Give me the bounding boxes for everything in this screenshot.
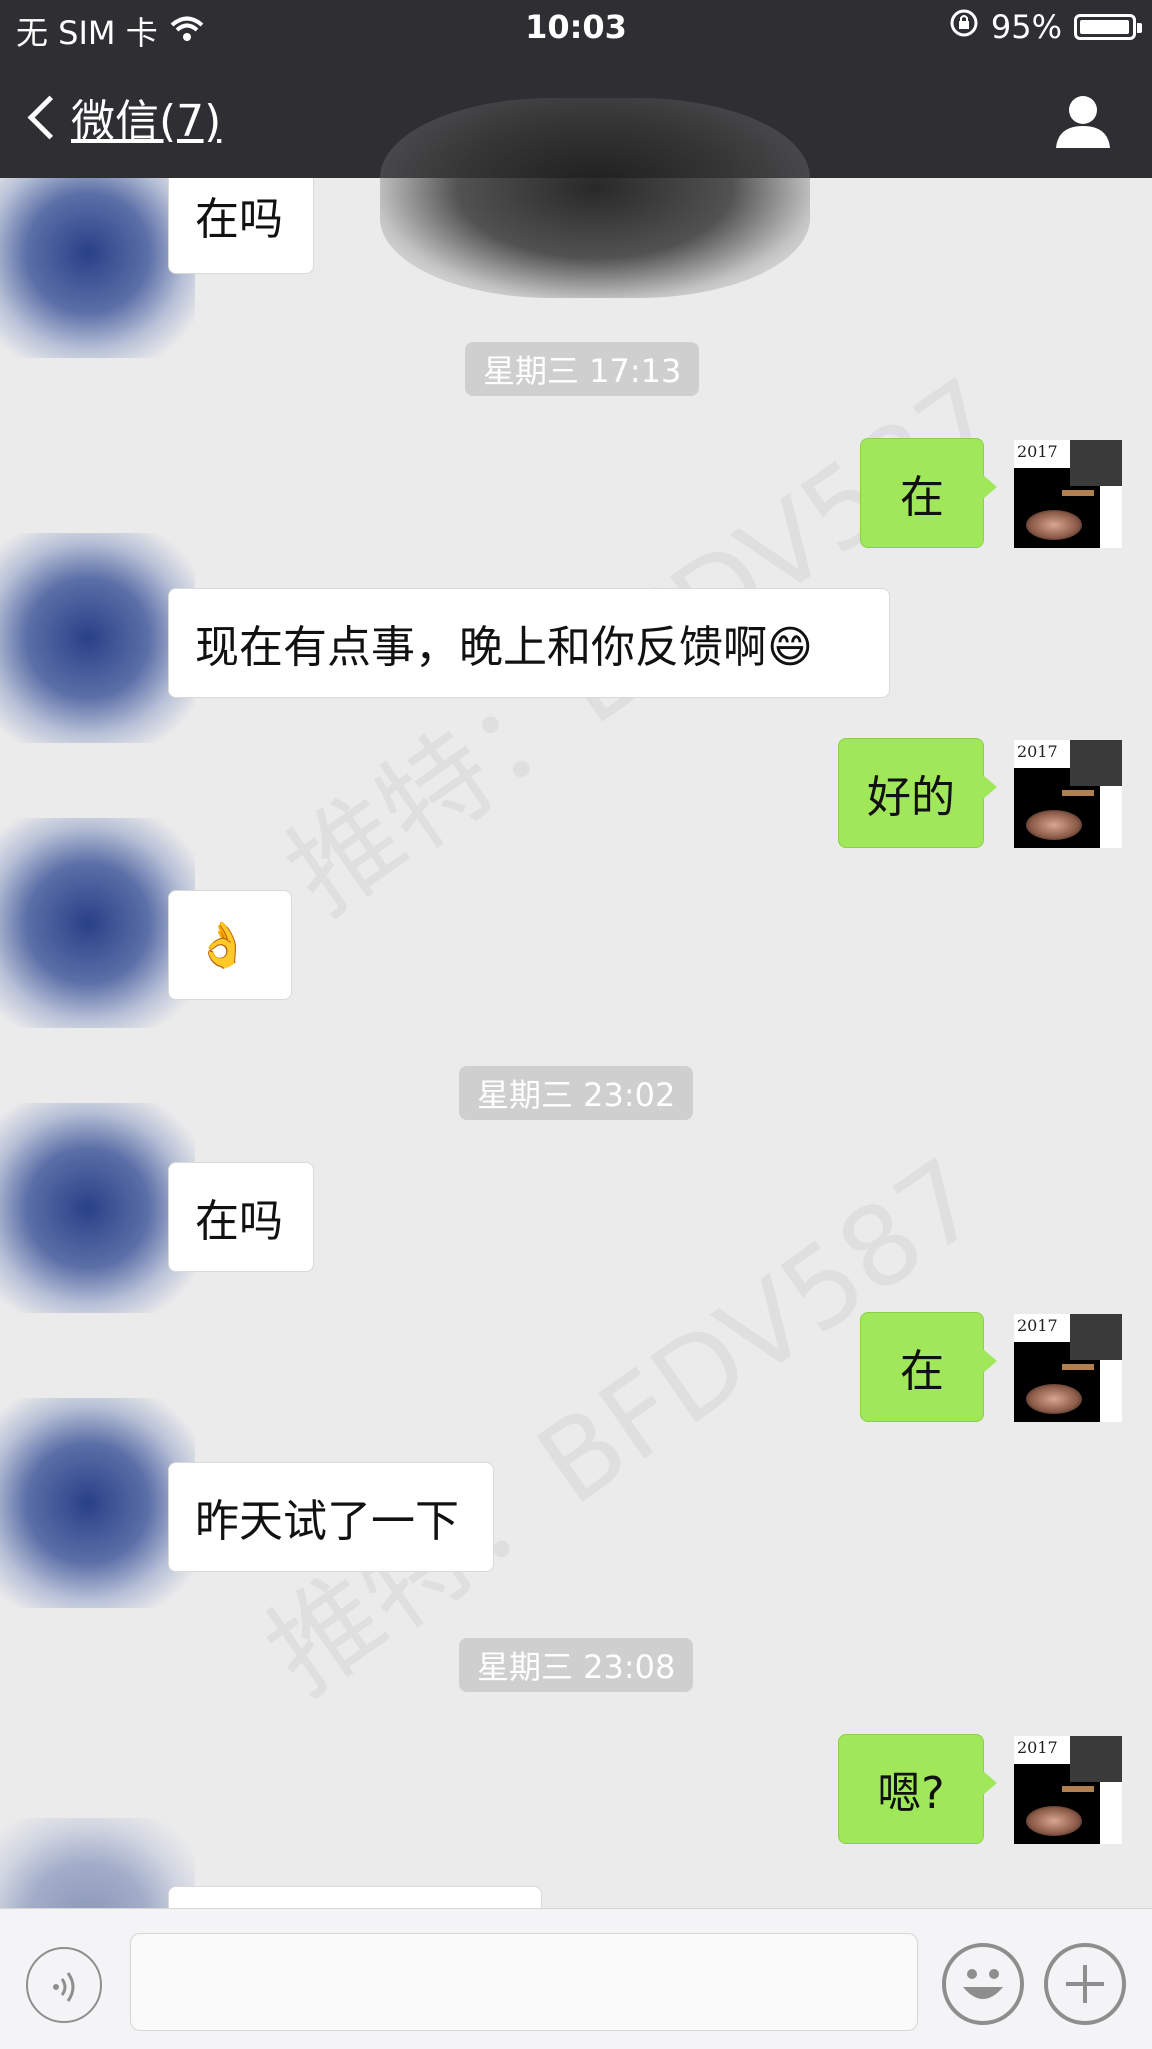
status-bar: 无 SIM 卡 10:03 95%	[0, 0, 1152, 58]
contact-info-button[interactable]	[1054, 92, 1112, 150]
message-list[interactable]: 推特：BFDV587 推特：BFDV587 在吗 星期三 17:13 在 201…	[0, 178, 1152, 1908]
message-bubble-right[interactable]: 嗯?	[838, 1734, 997, 1844]
avatar-redacted[interactable]	[0, 178, 195, 358]
avatar-self[interactable]: 2017	[1014, 740, 1122, 848]
message-bubble-left[interactable]: 昨天试了一下	[168, 1462, 494, 1572]
chevron-left-icon	[27, 95, 72, 139]
avatar-redacted[interactable]	[0, 1103, 195, 1313]
back-button[interactable]: 微信(7)	[24, 82, 221, 152]
redacted-contact-name	[380, 98, 810, 298]
avatar-redacted[interactable]	[0, 1818, 195, 1908]
message-bubble-right[interactable]: 在	[860, 1312, 997, 1422]
timestamp: 星期三 17:13	[465, 342, 700, 396]
message-text: 在吗	[195, 1196, 283, 1247]
chat-header: 微信(7)	[0, 58, 1152, 298]
message-bubble-right[interactable]: 好的	[838, 738, 997, 848]
message-text: 嗯?	[877, 1768, 945, 1819]
message-input[interactable]	[130, 1933, 918, 2031]
message-bubble-left[interactable]: 在吗	[168, 1162, 314, 1272]
timestamp: 星期三 23:02	[459, 1066, 694, 1120]
message-bubble-left[interactable]: 在吗	[168, 178, 314, 274]
message-text: 现在有点事，晚上和你反馈啊😄	[195, 622, 813, 673]
message-bubble-right[interactable]: 在	[860, 438, 997, 548]
battery-percent: 95%	[990, 8, 1062, 46]
back-label: 微信(7)	[71, 96, 222, 147]
plus-icon[interactable]	[1044, 1943, 1126, 2025]
status-right: 95%	[949, 8, 1142, 46]
avatar-year: 2017	[1017, 442, 1058, 461]
message-text: 在	[900, 472, 944, 523]
person-icon	[1056, 96, 1110, 148]
message-text: 昨天试了一下	[195, 1496, 459, 1547]
rotation-lock-icon	[949, 8, 979, 46]
input-bar	[0, 1908, 1152, 2049]
avatar-year: 2017	[1017, 1738, 1058, 1757]
avatar-year: 2017	[1017, 742, 1058, 761]
message-text: 在吗	[195, 194, 283, 245]
message-text: 好的	[867, 772, 955, 823]
voice-icon	[53, 1972, 75, 2002]
avatar-self[interactable]: 2017	[1014, 1314, 1122, 1422]
battery-icon	[1074, 14, 1142, 40]
avatar-redacted[interactable]	[0, 818, 195, 1028]
message-bubble-left[interactable]	[168, 1886, 542, 1908]
avatar-redacted[interactable]	[0, 1398, 195, 1608]
avatar-self[interactable]: 2017	[1014, 440, 1122, 548]
message-bubble-left[interactable]: 👌	[168, 890, 292, 1000]
message-text: 👌	[195, 920, 250, 971]
voice-input-button[interactable]	[26, 1947, 102, 2023]
avatar-year: 2017	[1017, 1316, 1058, 1335]
message-text: 在	[900, 1346, 944, 1397]
smiley-icon	[963, 1969, 1003, 1999]
emoji-button[interactable]	[942, 1943, 1024, 2025]
avatar-self[interactable]: 2017	[1014, 1736, 1122, 1844]
avatar-redacted[interactable]	[0, 533, 195, 743]
message-bubble-left[interactable]: 现在有点事，晚上和你反馈啊😄	[168, 588, 890, 698]
timestamp: 星期三 23:08	[459, 1638, 694, 1692]
